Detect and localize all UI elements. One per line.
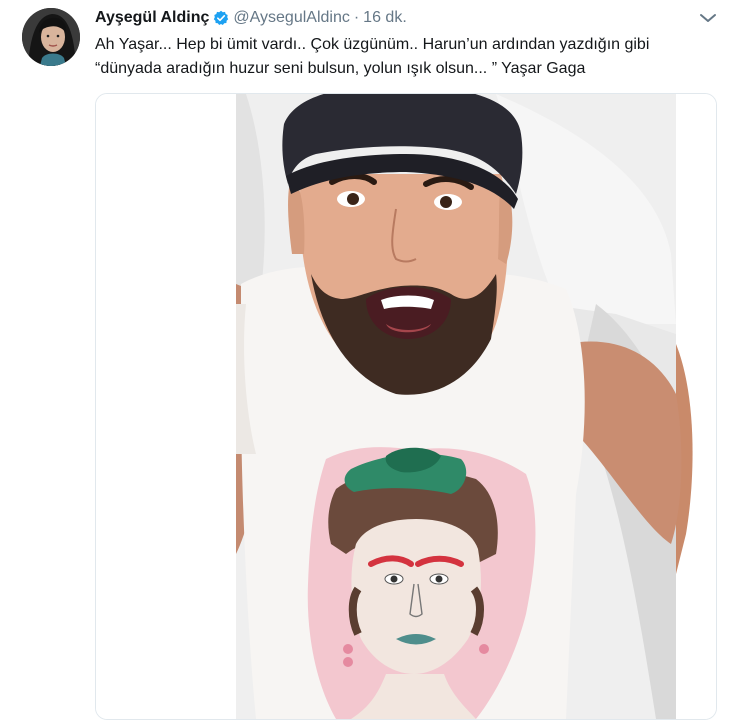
tweet-text-line: Ah Yaşar... Hep bi ümit vardı.. Çok üzgü… bbox=[95, 36, 650, 53]
header-separator: · bbox=[353, 9, 360, 26]
verified-badge-icon bbox=[213, 10, 229, 26]
photo-image bbox=[96, 94, 716, 719]
chevron-down-icon bbox=[700, 14, 716, 22]
author-handle[interactable]: @AysegulAldinc bbox=[233, 9, 349, 27]
tweet-header: Ayşegül Aldinç @AysegulAldinc · 16 dk. bbox=[95, 7, 407, 29]
tweet-timestamp[interactable]: 16 dk. bbox=[363, 9, 407, 27]
author-display-name[interactable]: Ayşegül Aldinç bbox=[95, 9, 209, 27]
author-avatar[interactable] bbox=[22, 8, 80, 66]
tweet-text-line: “dünyada aradığın huzur seni bulsun, yol… bbox=[95, 60, 586, 77]
tweet-menu-button[interactable] bbox=[698, 10, 718, 26]
profile-photo-icon bbox=[22, 8, 80, 66]
tweet: Ayşegül Aldinç @AysegulAldinc · 16 dk. A… bbox=[0, 0, 730, 725]
tweet-text: Ah Yaşar... Hep bi ümit vardı.. Çok üzgü… bbox=[95, 33, 715, 81]
tweet-photo[interactable] bbox=[95, 93, 717, 720]
